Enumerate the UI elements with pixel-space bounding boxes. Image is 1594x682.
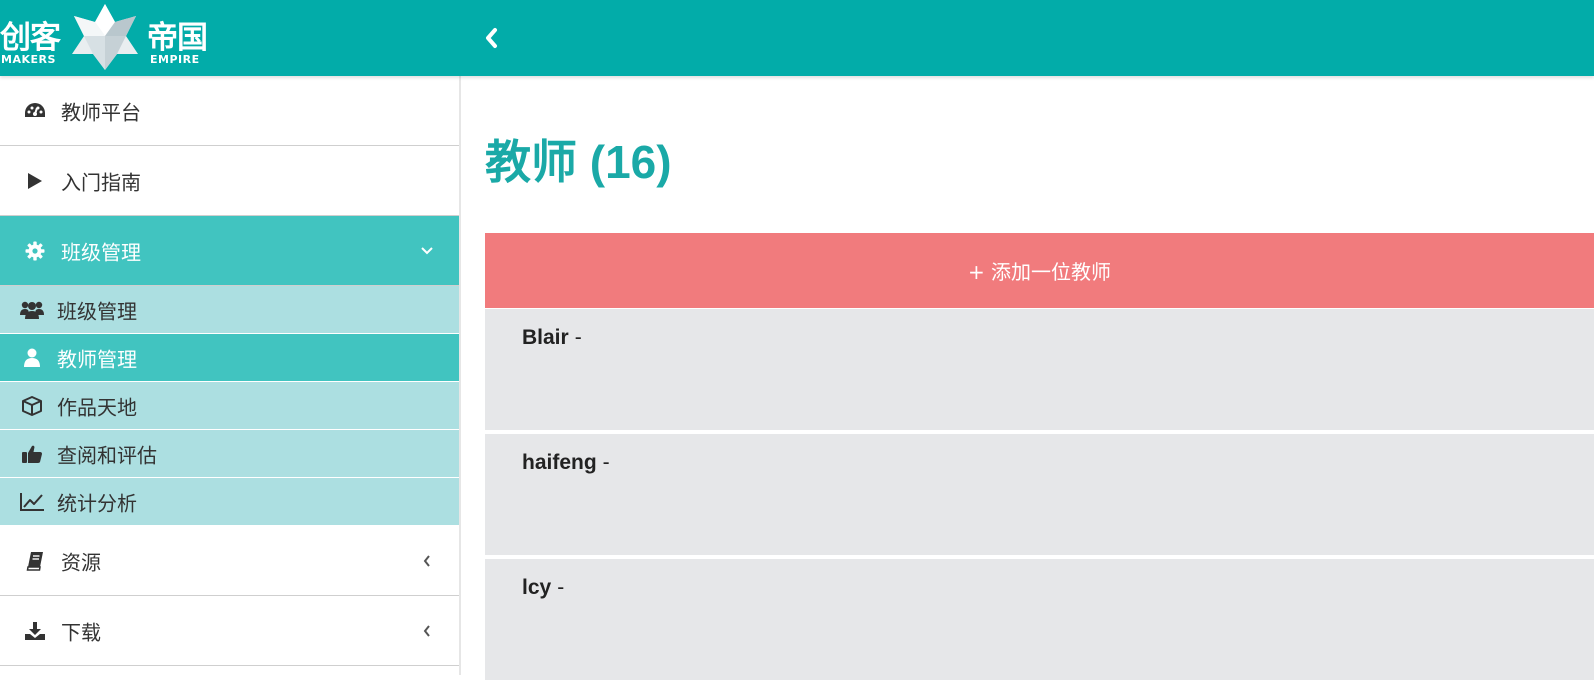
chevron-down-icon — [419, 243, 435, 259]
sidebar-subitem-label: 查阅和评估 — [57, 443, 157, 467]
chevron-left-icon — [486, 28, 497, 48]
thumbs-up-icon — [19, 443, 45, 465]
sidebar-item-class-management[interactable]: 班级管理 — [0, 216, 459, 286]
sidebar-subitem-teacher-management[interactable]: 教师管理 — [0, 334, 459, 382]
teacher-name: Blair - — [522, 326, 582, 350]
page-title: 教师 (16) — [485, 136, 672, 188]
cube-icon — [19, 395, 45, 417]
sidebar-subitem-review-evaluate[interactable]: 查阅和评估 — [0, 430, 459, 478]
sidebar-item-downloads[interactable]: 下载 — [0, 596, 459, 666]
line-chart-icon — [19, 491, 45, 513]
sidebar-subitem-label: 教师管理 — [57, 347, 137, 371]
sidebar-item-label: 下载 — [61, 620, 101, 644]
sidebar-item-teacher-platform[interactable]: 教师平台 — [0, 76, 459, 146]
book-icon — [24, 550, 46, 572]
users-icon — [19, 299, 45, 321]
teacher-name-suffix: - — [557, 576, 565, 599]
sidebar-subitem-class-management[interactable]: 班级管理 — [0, 286, 459, 334]
main-content: 教师 (16) + 添加一位教师 Blair - haifeng - lcy - — [463, 76, 1594, 682]
top-bar: 创客 帝国 MAKERS EMPIRE — [0, 0, 1594, 76]
logo-subtext-right: EMPIRE — [150, 53, 200, 66]
sidebar-item-getting-started[interactable]: 入门指南 — [0, 146, 459, 216]
dashboard-icon — [24, 100, 46, 122]
sidebar-subitem-label: 统计分析 — [57, 491, 137, 515]
chevron-left-icon — [419, 553, 435, 569]
teacher-name: lcy - — [522, 576, 564, 600]
user-icon — [19, 347, 45, 369]
sidebar-item-resources[interactable]: 资源 — [0, 526, 459, 596]
add-teacher-button[interactable]: + 添加一位教师 — [485, 233, 1594, 308]
sidebar-subitem-label: 作品天地 — [57, 395, 137, 419]
teacher-name-text: lcy — [522, 576, 552, 599]
download-icon — [24, 620, 46, 642]
teacher-row[interactable]: Blair - — [485, 309, 1594, 432]
teacher-name-text: haifeng — [522, 451, 597, 474]
teacher-name-suffix: - — [574, 326, 582, 349]
sidebar-item-label: 班级管理 — [61, 240, 141, 264]
teacher-name: haifeng - — [522, 451, 610, 475]
sidebar-item-label: 资源 — [61, 550, 101, 574]
sidebar-subitem-works-gallery[interactable]: 作品天地 — [0, 382, 459, 430]
sidebar-subitem-label: 班级管理 — [57, 299, 137, 323]
play-icon — [24, 170, 46, 192]
logo-text-left: 创客 — [0, 20, 61, 56]
makers-empire-logo[interactable]: 创客 帝国 MAKERS EMPIRE — [0, 0, 220, 76]
teacher-name-suffix: - — [602, 451, 610, 474]
logo-star-icon — [72, 4, 138, 70]
teacher-row[interactable]: haifeng - — [485, 434, 1594, 557]
logo-subtext-left: MAKERS — [1, 53, 56, 66]
sidebar-toggle-button[interactable] — [474, 22, 508, 54]
logo-text-right: 帝国 — [147, 20, 208, 56]
teacher-name-text: Blair — [522, 326, 569, 349]
sidebar: 教师平台 入门指南 班级管理 班级管理 教师管理 作品天地 查阅和评估 统计分析… — [0, 76, 461, 675]
teacher-row[interactable]: lcy - — [485, 559, 1594, 682]
sidebar-item-label: 教师平台 — [61, 100, 141, 124]
sidebar-subitem-statistics[interactable]: 统计分析 — [0, 478, 459, 526]
gear-icon — [24, 240, 46, 262]
chevron-left-icon — [419, 623, 435, 639]
sidebar-item-label: 入门指南 — [61, 170, 141, 194]
